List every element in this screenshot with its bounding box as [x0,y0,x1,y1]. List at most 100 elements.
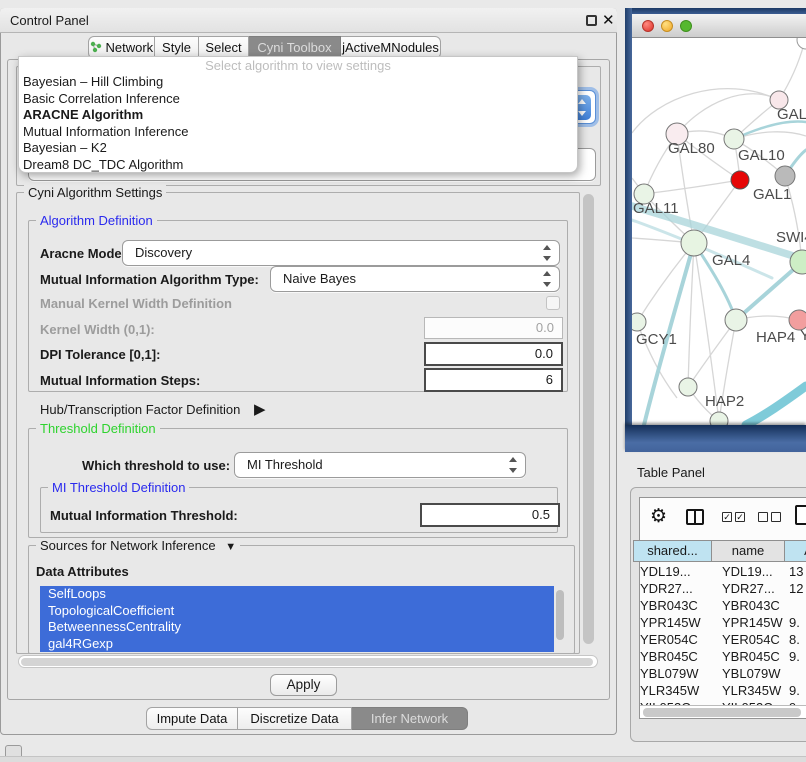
arrow-down-icon: ▼ [225,541,236,553]
dropdown-item[interactable]: Dream8 DC_TDC Algorithm [19,157,577,174]
network-node[interactable] [797,38,806,49]
cyni-settings-title: Cyni Algorithm Settings [24,185,166,200]
mi-threshold-label: Mutual Information Threshold: [50,508,238,523]
document-icon[interactable] [795,505,806,525]
node-label: GCY1 [636,331,677,348]
dropdown-item[interactable]: Bayesian – Hill Climbing [19,74,577,91]
aracne-mode-label: Aracne Mode: [40,246,126,261]
dropdown-item[interactable]: Mutual Information Inference [19,124,577,141]
list-scrollbar[interactable] [556,590,564,640]
mi-type-label: Mutual Information Algorithm Type: [40,272,259,287]
network-node-hap4[interactable] [725,309,747,331]
network-node-gal1[interactable] [731,171,749,189]
checked-checkbox-icon[interactable]: ✓ [735,512,745,522]
network-node[interactable] [710,412,728,425]
dropdown-item[interactable]: Bayesian – K2 [19,140,577,157]
manual-kernel-label: Manual Kernel Width Definition [40,296,232,311]
control-panel-title: Control Panel [10,13,89,28]
list-item[interactable]: TopologicalCoefficient [40,603,554,620]
list-item[interactable]: gal4RGexp [40,636,554,653]
table-row[interactable]: YDR27...YDR27...12 [633,580,806,597]
list-item[interactable]: SelfLoops [40,586,554,603]
network-window-titlebar[interactable] [632,14,806,38]
column-header-name[interactable]: name [712,540,785,562]
tab-discretize-data[interactable]: Discretize Data [238,707,352,730]
tab-impute-data[interactable]: Impute Data [146,707,238,730]
mi-type-combo[interactable]: Naive Bayes [270,266,560,292]
close-icon[interactable]: ✕ [602,11,615,29]
apply-button[interactable]: Apply [270,674,337,696]
network-node-hap2[interactable] [679,378,697,396]
which-threshold-label: Which threshold to use: [82,458,230,473]
aracne-mode-combo[interactable]: Discovery [122,240,560,266]
network-graph: GAL GAL80 GAL10 GAL1 GAL11 SWI4 GAL4 GCY… [632,38,806,425]
table-row[interactable]: YPR145WYPR145W9. [633,614,806,631]
node-label: GAL10 [738,147,785,164]
network-icon [90,41,102,53]
stepper-icon [542,271,552,287]
settings-vertical-scrollbar[interactable] [583,194,594,644]
table-row[interactable]: YER054CYER054C8. [633,631,806,648]
zoom-traffic-icon[interactable] [680,20,692,32]
gear-icon[interactable]: ⚙ [650,505,667,528]
mi-threshold-group-title: MI Threshold Definition [48,480,189,495]
checked-checkbox-icon[interactable]: ✓ [722,512,732,522]
node-label: Y [800,327,806,344]
algorithm-definition-title: Algorithm Definition [36,213,157,228]
table-row[interactable]: YLR345WYLR345W9. [633,682,806,699]
manual-kernel-checkbox[interactable] [546,296,560,310]
data-attributes-list: SelfLoops TopologicalCoefficient Between… [40,586,554,652]
node-label: GAL1 [753,186,791,203]
screenshot-root: Control Panel ✕ Network Style Select Cyn… [0,0,806,762]
node-label: GAL80 [668,140,715,157]
tab-infer-network[interactable]: Infer Network [352,707,468,730]
list-item[interactable]: BetweennessCentrality [40,619,554,636]
hub-definition-toggle[interactable]: Hub/Transcription Factor Definition ▶ [40,400,266,418]
network-node[interactable] [775,166,795,186]
network-node-gcy1[interactable] [632,313,646,331]
stepper-icon [542,245,552,261]
arrow-right-icon: ▶ [254,401,266,418]
table-row[interactable]: YBR045CYBR045C9. [633,648,806,665]
restore-icon[interactable] [586,15,597,26]
table-panel-title: Table Panel [637,465,705,480]
dropdown-item-selected[interactable]: ARACNE Algorithm [19,107,577,124]
unchecked-checkbox-icon[interactable] [758,512,768,522]
which-threshold-combo[interactable]: MI Threshold [234,452,526,478]
table-row[interactable]: YBL079WYBL079W [633,665,806,682]
settings-horizontal-scrollbar[interactable] [18,655,598,668]
control-panel-titlebar: Control Panel ✕ [0,8,617,33]
dropdown-placeholder: Select algorithm to view settings [19,58,577,74]
minimize-traffic-icon[interactable] [661,20,673,32]
stepper-icon [508,457,518,473]
close-traffic-icon[interactable] [642,20,654,32]
unchecked-checkbox-icon[interactable] [771,512,781,522]
network-window-frame-bottom [625,425,806,452]
algorithm-dropdown-popup: Select algorithm to view settings Bayesi… [18,56,578,173]
kernel-width-label: Kernel Width (0,1): [40,322,155,337]
dpi-tolerance-label: DPI Tolerance [0,1]: [40,347,160,362]
columns-icon[interactable] [686,509,704,525]
mi-steps-input[interactable]: 6 [424,368,563,392]
network-node-gal10[interactable] [724,129,744,149]
data-attributes-label: Data Attributes [36,564,129,579]
sources-title[interactable]: Sources for Network Inference ▼ [36,538,240,553]
network-node-gal4[interactable] [681,230,707,256]
network-canvas[interactable]: GAL GAL80 GAL10 GAL1 GAL11 SWI4 GAL4 GCY… [632,38,806,425]
table-row[interactable]: YDL19...YDL19...13 [633,563,806,580]
bottom-strip [0,756,806,762]
table-row[interactable]: YBR043CYBR043C [633,597,806,614]
node-label: GAL11 [633,200,679,217]
table-horizontal-scrollbar[interactable] [640,705,806,718]
node-label: SWI4 [776,229,806,246]
mi-threshold-input[interactable]: 0.5 [420,503,560,527]
kernel-width-input[interactable]: 0.0 [424,317,563,339]
network-window-frame-left [625,8,632,452]
node-label: GAL4 [712,252,750,269]
node-label: HAP4 [756,329,795,346]
column-header-shared-name[interactable]: shared... [633,540,712,562]
dpi-tolerance-input[interactable]: 0.0 [424,342,563,366]
table-header: shared... name A [633,540,806,562]
dropdown-item[interactable]: Basic Correlation Inference [19,91,577,108]
column-header-partial[interactable]: A [785,540,806,562]
